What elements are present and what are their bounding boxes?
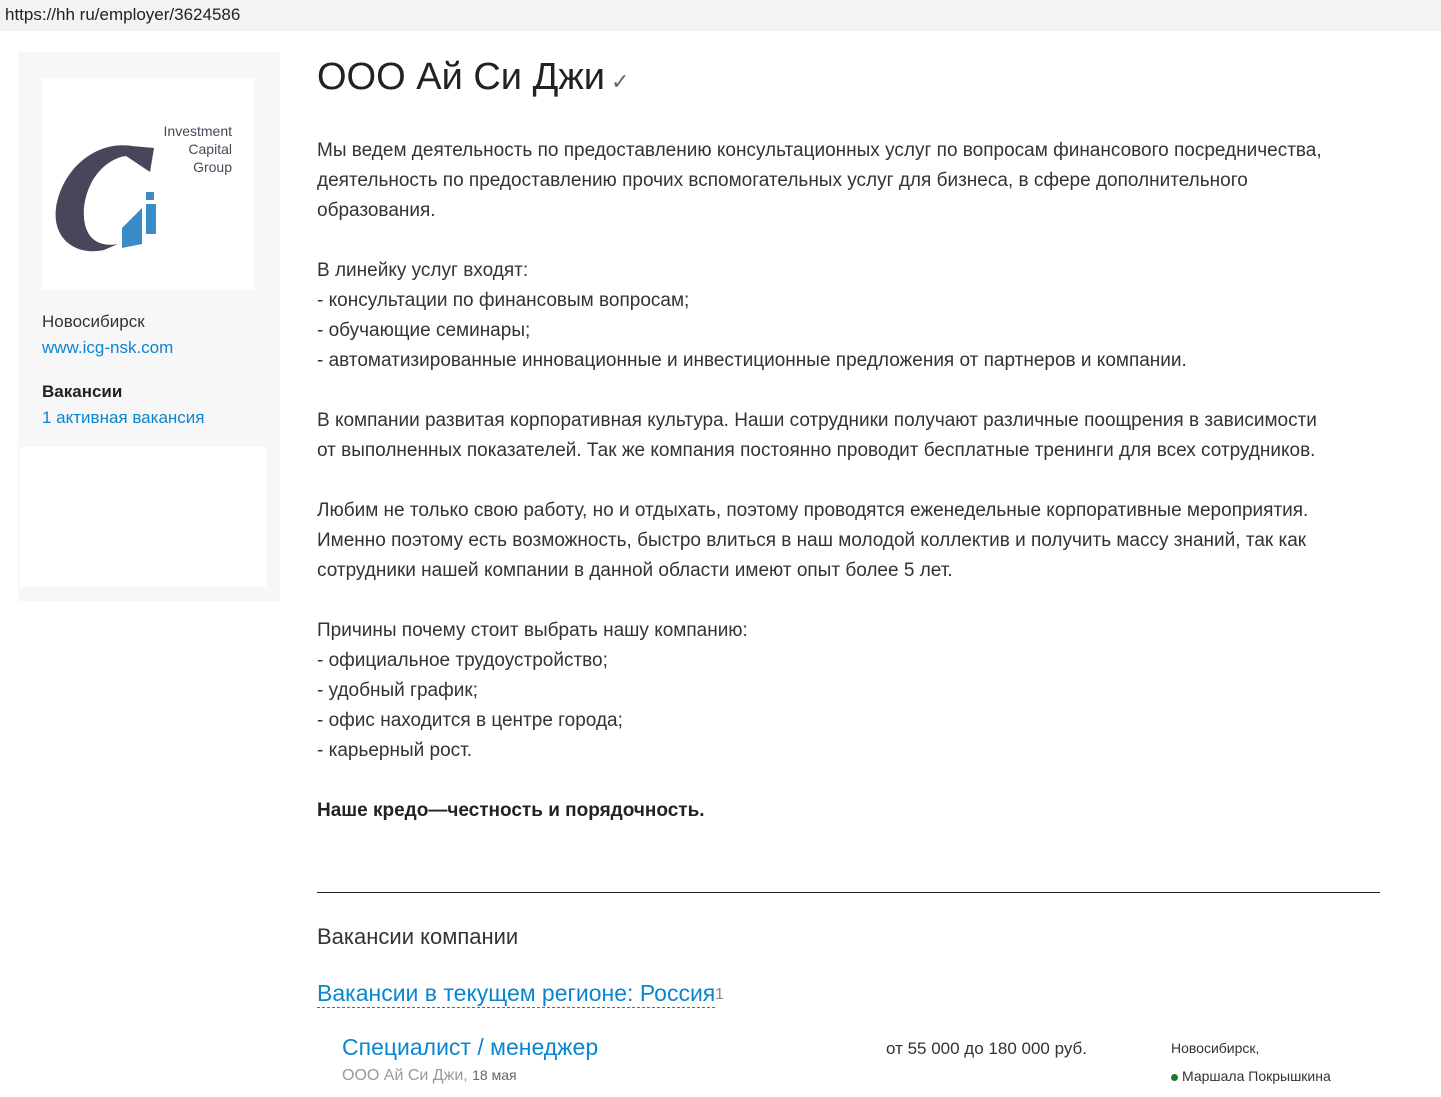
vacancy-company: ООО Ай Си Джи, 18 мая — [342, 1067, 517, 1084]
company-motto: Наше кредо—честность и порядочность. — [317, 800, 705, 821]
description-line: - карьерный рост. — [317, 740, 473, 761]
active-vacancies-link[interactable]: 1 активная вакансия — [42, 408, 205, 428]
vacancies-heading: Вакансии — [42, 382, 123, 401]
description-line: Именно поэтому есть возможность, быстро … — [317, 530, 1307, 551]
region-vacancies-count: 1 — [715, 986, 724, 1003]
description-line: от выполненных показателей. Так же компа… — [317, 440, 1316, 461]
vacancy-metro: Маршала Покрышкина — [1171, 1068, 1331, 1084]
description-paragraph: Причины почему стоит выбрать нашу компан… — [317, 616, 1322, 766]
description-line: сотрудники нашей компании в данной облас… — [317, 560, 953, 581]
metro-dot-icon — [1171, 1073, 1178, 1081]
description-line: В компании развитая корпоративная культу… — [317, 410, 1317, 431]
logo-mark-icon — [55, 145, 156, 252]
description-line: - офис находится в центре города; — [317, 710, 623, 731]
vacancy-city: Новосибирск, — [1171, 1040, 1260, 1056]
page-title: ООО Ай Си Джи ✓ — [317, 56, 629, 99]
vacancy-title-link[interactable]: Специалист / менеджер — [342, 1034, 598, 1061]
url-text: https://hh ru/employer/3624586 — [5, 5, 241, 24]
address-bar[interactable]: https://hh ru/employer/3624586 — [0, 0, 1441, 31]
logo-text: Capital — [188, 141, 232, 157]
description-line: Мы ведем деятельность по предоставлению … — [317, 140, 1322, 161]
sidebar: Investment Capital Group Новосибирск www… — [18, 52, 280, 601]
description-paragraph: Любим не только свою работу, но и отдыха… — [317, 496, 1322, 586]
description-line: - автоматизированные инновационные и инв… — [317, 350, 1187, 371]
company-description: Мы ведем деятельность по предоставлению … — [317, 136, 1322, 856]
company-logo: Investment Capital Group — [42, 78, 254, 290]
logo-text: Group — [193, 159, 232, 175]
region-vacancies-toggle[interactable]: Вакансии в текущем регионе: Россия — [317, 979, 716, 1008]
company-vacancies-heading: Вакансии компании — [317, 924, 519, 949]
description-paragraph: Мы ведем деятельность по предоставлению … — [317, 136, 1322, 226]
description-line: - обучающие семинары; — [317, 320, 531, 341]
description-line: деятельность по предоставлению прочих вс… — [317, 170, 1248, 191]
description-line: - официальное трудоустройство; — [317, 650, 608, 671]
company-name: ООО Ай Си Джи — [317, 56, 605, 98]
description-line: - консультации по финансовым вопросам; — [317, 290, 690, 311]
logo-text: Investment — [163, 123, 232, 139]
description-line: В линейку услуг входят: — [317, 260, 529, 281]
vacancy-date: 18 мая — [472, 1067, 517, 1083]
company-website-link[interactable]: www.icg-nsk.com — [42, 338, 173, 358]
description-line: Причины почему стоит выбрать нашу компан… — [317, 620, 748, 641]
description-line: - удобный график; — [317, 680, 478, 701]
vacancy-metro-name: Маршала Покрышкина — [1182, 1068, 1331, 1084]
company-city: Новосибирск — [42, 312, 145, 331]
description-paragraph: В линейку услуг входят: - консультации по… — [317, 256, 1322, 376]
description-line: Любим не только свою работу, но и отдыха… — [317, 500, 1309, 521]
vacancy-company-name: ООО Ай Си Джи — [342, 1067, 464, 1084]
verified-check-icon: ✓ — [610, 69, 630, 94]
description-paragraph: В компании развитая корпоративная культу… — [317, 406, 1322, 466]
divider — [317, 892, 1380, 893]
description-line: образования. — [317, 200, 436, 221]
sidebar-blank-panel — [20, 447, 266, 587]
vacancy-salary: от 55 000 до 180 000 руб. — [886, 1039, 1087, 1058]
